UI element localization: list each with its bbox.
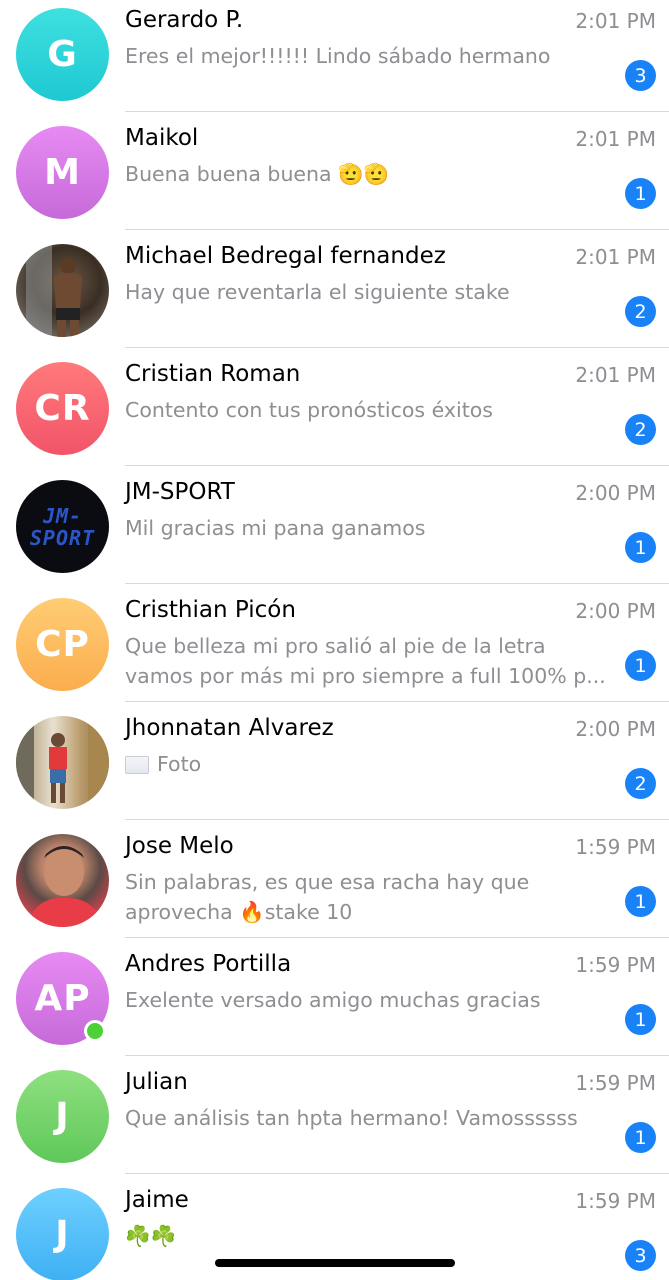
avatar-photo[interactable] (16, 244, 109, 337)
chat-row-cristian-roman[interactable]: CR Cristian Roman 2:01 PM Contento con t… (0, 348, 669, 466)
chat-time: 2:00 PM (575, 717, 656, 741)
unread-badge: 1 (625, 650, 656, 681)
unread-badge: 1 (625, 532, 656, 563)
chat-row-gerardo[interactable]: G Gerardo P. 2:01 PM Eres el mejor!!!!!!… (0, 0, 669, 112)
chat-name: Maikol (125, 125, 199, 151)
chat-preview: Que análisis tan hpta hermano! Vamosssss… (125, 1106, 578, 1130)
unread-badge: 1 (625, 178, 656, 209)
unread-badge: 1 (625, 1122, 656, 1153)
unread-badge: 3 (625, 60, 656, 91)
avatar[interactable]: J (16, 1188, 109, 1280)
chat-time: 2:00 PM (575, 599, 656, 623)
chat-name: Jaime (125, 1187, 189, 1213)
chat-name: JM-SPORT (125, 479, 235, 505)
unread-badge: 1 (625, 1004, 656, 1035)
chat-name: Cristian Roman (125, 361, 301, 387)
chat-time: 2:00 PM (575, 481, 656, 505)
chat-preview-text: Foto (157, 752, 202, 776)
person-photo-icon (16, 716, 109, 809)
chat-row-jm-sport[interactable]: JM- SPORT JM-SPORT 2:00 PM Mil gracias mi… (0, 466, 669, 584)
chat-row-cristhian-picon[interactable]: CP Cristhian Picón 2:00 PM Que belleza m… (0, 584, 669, 702)
chat-name: Andres Portilla (125, 951, 292, 977)
avatar[interactable]: M (16, 126, 109, 219)
unread-badge: 2 (625, 768, 656, 799)
chat-row-jose-melo[interactable]: Jose Melo 1:59 PM Sin palabras, es que e… (0, 820, 669, 938)
chat-time: 1:59 PM (575, 953, 656, 977)
chat-list: G Gerardo P. 2:01 PM Eres el mejor!!!!!!… (0, 0, 669, 1280)
unread-badge: 2 (625, 296, 656, 327)
chat-time: 2:01 PM (575, 363, 656, 387)
chat-preview: Mil gracias mi pana ganamos (125, 516, 426, 540)
chat-preview: Buena buena buena 🫡🫡 (125, 162, 390, 186)
avatar[interactable]: G (16, 8, 109, 101)
chat-time: 1:59 PM (575, 1071, 656, 1095)
photo-thumbnail-icon (125, 756, 149, 774)
chat-row-jhonnatan[interactable]: Jhonnatan Alvarez 2:00 PM Foto 2 (0, 702, 669, 820)
avatar-logo[interactable]: JM- SPORT (16, 480, 109, 573)
chat-time: 1:59 PM (575, 835, 656, 859)
person-photo-icon (26, 846, 104, 927)
avatar[interactable]: J (16, 1070, 109, 1163)
unread-badge: 2 (625, 414, 656, 445)
unread-badge: 1 (625, 886, 656, 917)
home-indicator[interactable] (215, 1259, 455, 1267)
chat-row-michael[interactable]: Michael Bedregal fernandez 2:01 PM Hay q… (0, 230, 669, 348)
chat-time: 2:01 PM (575, 245, 656, 269)
chat-preview: Contento con tus pronósticos éxitos (125, 398, 493, 422)
person-photo-icon (26, 244, 82, 337)
chat-row-andres-portilla[interactable]: AP Andres Portilla 1:59 PM Exelente vers… (0, 938, 669, 1056)
chat-name: Jose Melo (125, 833, 234, 859)
online-status-indicator (84, 1020, 106, 1042)
chat-preview: Sin palabras, es que esa racha hay que a… (125, 870, 530, 924)
chat-name: Julian (125, 1069, 188, 1095)
avatar[interactable]: CR (16, 362, 109, 455)
jm-sport-logo-text: JM- SPORT (29, 503, 96, 550)
chat-preview: Eres el mejor!!!!!! Lindo sábado hermano (125, 44, 551, 68)
chat-time: 2:01 PM (575, 127, 656, 151)
chat-preview: Hay que reventarla el siguiente stake (125, 280, 510, 304)
chat-name: Cristhian Picón (125, 597, 296, 623)
chat-time: 1:59 PM (575, 1189, 656, 1213)
avatar-photo[interactable] (16, 716, 109, 809)
chat-name: Gerardo P. (125, 7, 244, 33)
chat-name: Jhonnatan Alvarez (125, 715, 334, 741)
avatar[interactable]: CP (16, 598, 109, 691)
chat-name: Michael Bedregal fernandez (125, 243, 446, 269)
chat-preview: Que belleza mi pro salió al pie de la le… (125, 634, 606, 688)
chat-time: 2:01 PM (575, 9, 656, 33)
chat-preview: Foto (125, 749, 617, 779)
chat-row-maikol[interactable]: M Maikol 2:01 PM Buena buena buena 🫡🫡 1 (0, 112, 669, 230)
chat-preview: Exelente versado amigo muchas gracias (125, 988, 541, 1012)
unread-badge: 3 (625, 1240, 656, 1271)
chat-row-julian[interactable]: J Julian 1:59 PM Que análisis tan hpta h… (0, 1056, 669, 1174)
chat-preview: ☘️☘️ (125, 1224, 177, 1248)
avatar-photo[interactable] (16, 834, 109, 927)
